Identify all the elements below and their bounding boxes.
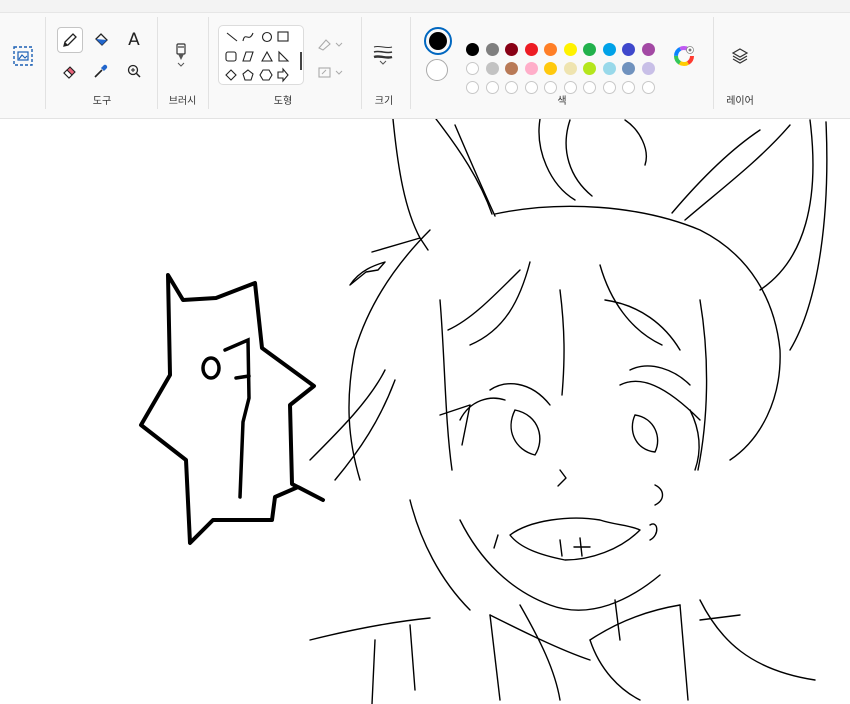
group-label-shapes: 도형 [273, 96, 293, 107]
text-button[interactable]: A [121, 27, 147, 53]
custom-color-slot[interactable] [583, 81, 596, 94]
group-label-size: 크기 [374, 96, 394, 107]
palette-swatch[interactable] [485, 43, 499, 56]
group-label-colors: 색 [557, 96, 567, 107]
palette-swatch[interactable] [505, 43, 518, 56]
shape-fill-button[interactable] [314, 59, 346, 85]
layers-button[interactable] [727, 43, 753, 69]
group-label-tools: 도구 [92, 96, 112, 107]
palette-swatch[interactable] [505, 62, 518, 75]
palette-swatch[interactable] [583, 62, 596, 75]
separator [208, 17, 209, 109]
palette-swatch[interactable] [622, 43, 635, 56]
group-label-layers: 레이어 [726, 96, 754, 107]
color-wheel-icon [673, 45, 695, 67]
speech-bubble-text [201, 337, 251, 499]
shapes-gallery-icons [225, 31, 302, 83]
select-region-icon [12, 45, 34, 67]
separator [713, 17, 714, 109]
custom-color-slot[interactable] [622, 81, 635, 94]
palette-swatch[interactable] [524, 62, 538, 75]
shape-fill-icon [316, 65, 344, 79]
stroke-size-icon [372, 44, 394, 60]
layers-icon [730, 46, 750, 66]
palette-swatch[interactable] [563, 62, 577, 75]
custom-color-slot[interactable] [505, 81, 518, 94]
custom-color-slot[interactable] [602, 81, 616, 94]
secondary-color-button[interactable] [426, 59, 448, 81]
palette-swatch[interactable] [563, 43, 577, 56]
custom-color-slot[interactable] [563, 81, 577, 94]
palette-swatch[interactable] [622, 62, 635, 75]
ribbon-toolbar: A 도구 브러시 도형 크기 색 레이어 [0, 13, 850, 119]
palette-swatch[interactable] [641, 43, 655, 56]
shape-outline-button[interactable] [314, 31, 346, 57]
palette-swatch[interactable] [466, 62, 479, 75]
separator [157, 17, 158, 109]
palette-swatch[interactable] [641, 62, 655, 75]
text-icon: A [128, 30, 140, 50]
chevron-down-icon [177, 62, 185, 68]
palette-swatch[interactable] [544, 43, 557, 56]
speech-bubble [139, 273, 325, 545]
magnifier-icon [125, 62, 143, 80]
fill-bucket-icon [92, 31, 110, 49]
select-region-button[interactable] [10, 43, 36, 69]
palette-swatch[interactable] [583, 43, 596, 56]
primary-color-button[interactable] [424, 27, 452, 55]
color-picker-icon [92, 62, 110, 80]
primary-color-swatch [429, 32, 447, 50]
palette-swatch[interactable] [485, 62, 499, 75]
outline-icon [316, 37, 344, 51]
fill-button[interactable] [88, 27, 114, 53]
separator [45, 17, 46, 109]
palette-swatch[interactable] [544, 62, 557, 75]
eraser-icon [61, 62, 79, 80]
custom-color-slot[interactable] [641, 81, 655, 94]
custom-color-slot[interactable] [524, 81, 538, 94]
zoom-button[interactable] [121, 58, 147, 84]
title-strip [0, 0, 850, 13]
palette-swatch[interactable] [466, 43, 479, 56]
custom-color-slot[interactable] [485, 81, 499, 94]
pencil-button[interactable] [57, 27, 83, 53]
chevron-down-icon [379, 60, 387, 66]
pencil-icon [61, 31, 79, 49]
drawing-canvas[interactable]: 이 [0, 119, 850, 704]
eraser-button[interactable] [57, 58, 83, 84]
group-label-brushes: 브러시 [168, 96, 197, 107]
size-button[interactable] [370, 35, 396, 75]
character-lineart [309, 119, 828, 704]
brushes-button[interactable] [168, 35, 194, 75]
palette-swatch[interactable] [524, 43, 538, 56]
palette-swatch[interactable] [602, 43, 616, 56]
palette-swatch[interactable] [602, 62, 616, 75]
separator [410, 17, 411, 109]
brush-icon [172, 42, 190, 62]
custom-color-slot[interactable] [466, 81, 479, 94]
canvas-drawing [139, 119, 828, 704]
custom-color-slot[interactable] [544, 81, 557, 94]
color-picker-button[interactable] [88, 58, 114, 84]
shapes-gallery[interactable] [218, 25, 304, 85]
edit-colors-button[interactable] [671, 43, 697, 69]
